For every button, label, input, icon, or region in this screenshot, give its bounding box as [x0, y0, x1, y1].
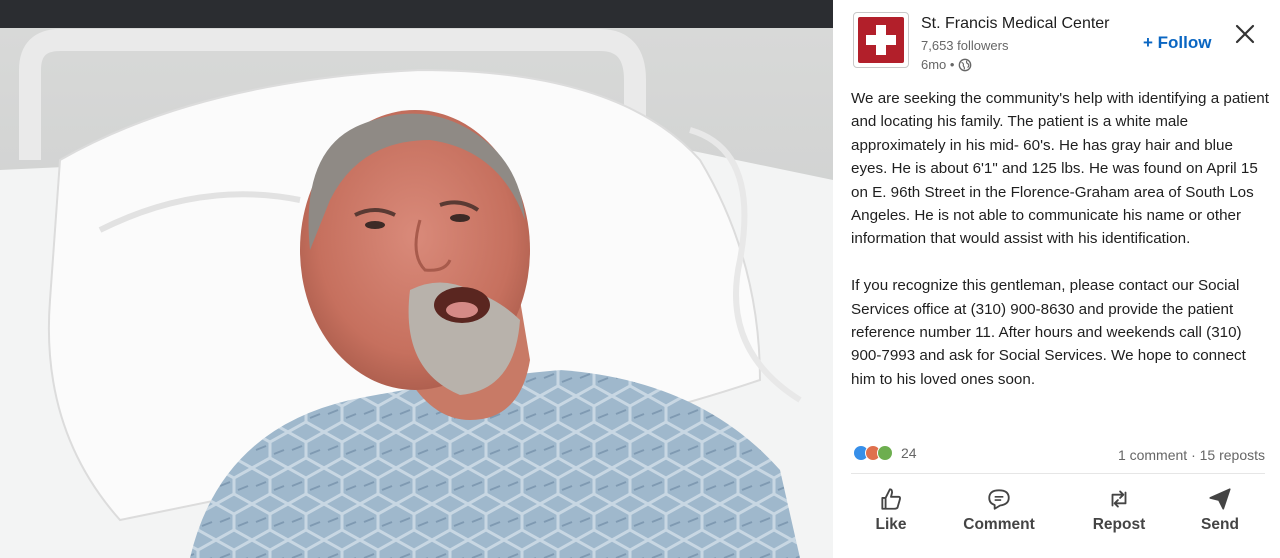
comment-bubble-icon [988, 489, 1010, 510]
comment-label: Comment [963, 516, 1035, 533]
reaction-count: 24 [901, 445, 917, 461]
support-reaction-icon [877, 445, 893, 461]
org-logo[interactable] [853, 12, 909, 68]
patient-photo-image [0, 0, 833, 558]
send-button[interactable]: Send [1170, 480, 1270, 550]
post-age: 6mo • [921, 57, 955, 72]
post-photo[interactable] [0, 0, 833, 558]
like-button[interactable]: Like [841, 480, 941, 550]
post-panel: St. Francis Medical Center 7,653 followe… [833, 0, 1280, 558]
post-body: We are seeking the community's help with… [851, 87, 1271, 391]
post-timestamp: 6mo • [921, 57, 972, 72]
post-paragraph: We are seeking the community's help with… [851, 90, 1269, 248]
follow-button[interactable]: + Follow [1143, 33, 1211, 53]
repost-label: Repost [1092, 516, 1146, 533]
action-bar: Like Comment Repost Send [833, 480, 1280, 550]
follower-count: 7,653 followers [921, 38, 1009, 53]
globe-icon [959, 58, 972, 71]
reactions-summary[interactable]: 24 [853, 445, 917, 461]
divider [851, 473, 1265, 474]
repost-arrows-icon [1111, 490, 1127, 508]
comments-reposts-count[interactable]: 1 comment · 15 reposts [1118, 447, 1265, 463]
medical-cross-logo-icon [858, 17, 904, 63]
thumbs-up-icon [881, 488, 901, 510]
post-paragraph: If you recognize this gentleman, please … [851, 277, 1246, 388]
send-label: Send [1201, 516, 1239, 533]
repost-button[interactable]: Repost [1069, 480, 1169, 550]
org-name-link[interactable]: St. Francis Medical Center [921, 15, 1110, 33]
close-icon[interactable] [1233, 22, 1257, 46]
reaction-icons [853, 445, 893, 461]
like-label: Like [875, 516, 907, 533]
send-plane-icon [1209, 488, 1231, 510]
comment-button[interactable]: Comment [949, 480, 1049, 550]
